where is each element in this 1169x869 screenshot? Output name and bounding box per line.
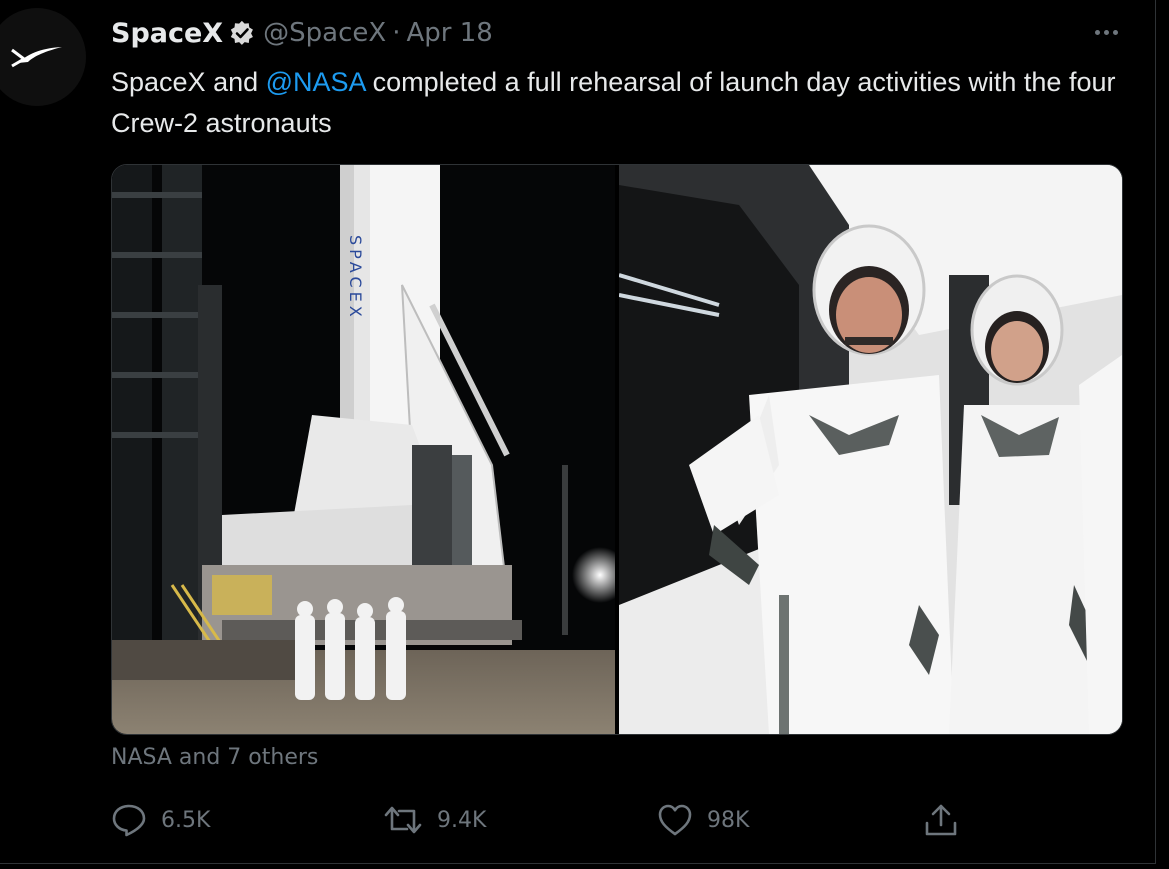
share-button[interactable] xyxy=(923,796,959,844)
more-dot xyxy=(1103,29,1109,35)
svg-text:SPACEX: SPACEX xyxy=(346,235,365,321)
tagged-users[interactable]: NASA and 7 others xyxy=(111,745,318,770)
author-name[interactable]: SpaceX xyxy=(111,18,223,49)
verified-badge-icon xyxy=(229,20,255,46)
tweet-text-before: SpaceX and xyxy=(111,67,266,97)
reply-button[interactable]: 6.5K xyxy=(111,796,210,844)
spacex-logo-icon xyxy=(11,47,62,68)
rocket-launchpad-illustration: SPACEX xyxy=(112,165,615,734)
like-button[interactable]: 98K xyxy=(657,796,749,844)
rocket-launchpad-photo[interactable]: SPACEX xyxy=(112,165,615,734)
retweet-button[interactable]: 9.4K xyxy=(383,796,486,844)
tweet-date[interactable]: Apr 18 xyxy=(406,18,492,48)
share-icon xyxy=(925,804,957,836)
heart-icon xyxy=(658,804,692,836)
like-count: 98K xyxy=(707,807,750,833)
tweet[interactable]: SpaceX @SpaceX · Apr 18 SpaceX and @NASA… xyxy=(0,0,1156,864)
avatar[interactable] xyxy=(0,8,86,106)
tweet-actions: 6.5K 9.4K 98K xyxy=(111,796,991,844)
retweet-count: 9.4K xyxy=(437,807,487,833)
mention-link[interactable]: @NASA xyxy=(266,67,365,97)
media-grid: SPACEX xyxy=(111,164,1123,735)
reply-icon xyxy=(112,804,146,837)
astronauts-photo[interactable] xyxy=(619,165,1122,734)
reply-count: 6.5K xyxy=(161,807,211,833)
retweet-icon xyxy=(384,806,422,834)
author-handle[interactable]: @SpaceX xyxy=(263,18,386,48)
astronauts-illustration xyxy=(619,165,1122,734)
tweet-text: SpaceX and @NASA completed a full rehear… xyxy=(111,62,1131,144)
separator-dot: · xyxy=(392,18,401,48)
more-icon[interactable] xyxy=(1088,18,1124,46)
more-dot xyxy=(1094,29,1100,35)
tweet-header: SpaceX @SpaceX · Apr 18 xyxy=(111,14,493,52)
more-dot xyxy=(1112,29,1118,35)
